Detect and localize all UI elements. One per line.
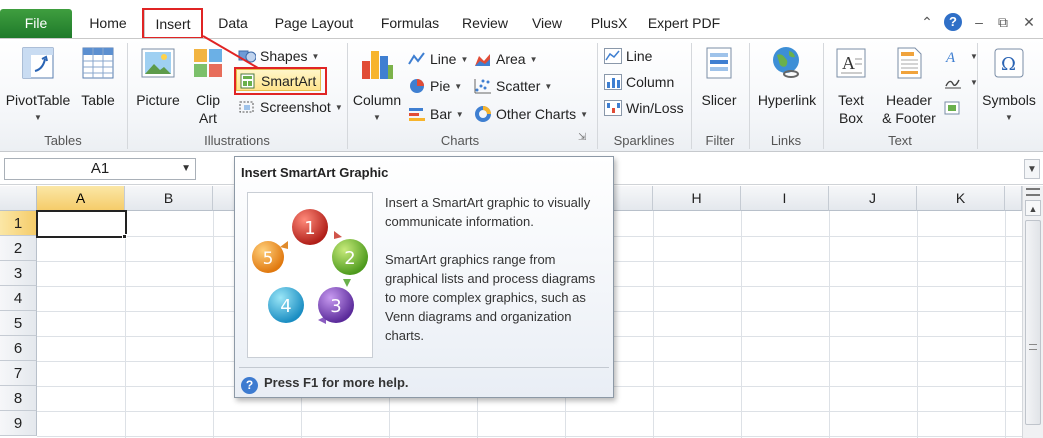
- callout-arrow: [202, 35, 259, 69]
